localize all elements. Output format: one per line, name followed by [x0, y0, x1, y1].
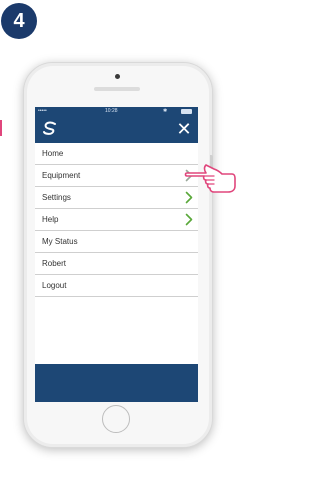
menu-item-equipment[interactable]: Equipment — [35, 165, 198, 187]
menu-item-logout[interactable]: Logout — [35, 275, 198, 297]
home-button[interactable] — [102, 405, 130, 433]
menu-item-label: Home — [42, 149, 64, 158]
menu-item-label: Robert — [42, 259, 67, 268]
step-number: 4 — [13, 9, 25, 32]
close-icon[interactable]: ✕ — [175, 119, 193, 139]
menu-item-label: Settings — [42, 193, 71, 202]
earpiece-speaker — [94, 87, 140, 91]
menu-item-label: Help — [42, 215, 59, 224]
menu-item-help[interactable]: Help — [35, 209, 198, 231]
menu-item-label: Equipment — [42, 171, 81, 180]
menu-item-robert[interactable]: Robert — [35, 253, 198, 275]
battery-icon — [181, 109, 192, 114]
step-number-badge: 4 — [1, 3, 37, 39]
pointing-hand-icon — [184, 164, 236, 193]
footer-bar — [35, 364, 198, 402]
front-camera — [115, 74, 120, 79]
menu-item-label: Logout — [42, 281, 67, 290]
signal-dots: ••••• — [38, 108, 47, 114]
edge-marker — [0, 120, 2, 136]
navigation-menu: Home Equipment Settings Help My Status R… — [35, 143, 198, 297]
menu-item-home[interactable]: Home — [35, 143, 198, 165]
phone-screen: ••••• 10:28 ✱ ✕ Home Equipment Settings … — [35, 107, 198, 402]
app-header: ✕ — [35, 116, 198, 143]
menu-item-settings[interactable]: Settings — [35, 187, 198, 209]
status-time: 10:28 — [105, 108, 118, 114]
bluetooth-icon: ✱ — [163, 108, 168, 114]
status-bar: ••••• 10:28 ✱ — [35, 107, 198, 116]
menu-item-label: My Status — [42, 237, 78, 246]
swirl-logo-icon — [43, 121, 56, 135]
chevron-right-icon — [185, 213, 193, 226]
menu-item-my-status[interactable]: My Status — [35, 231, 198, 253]
